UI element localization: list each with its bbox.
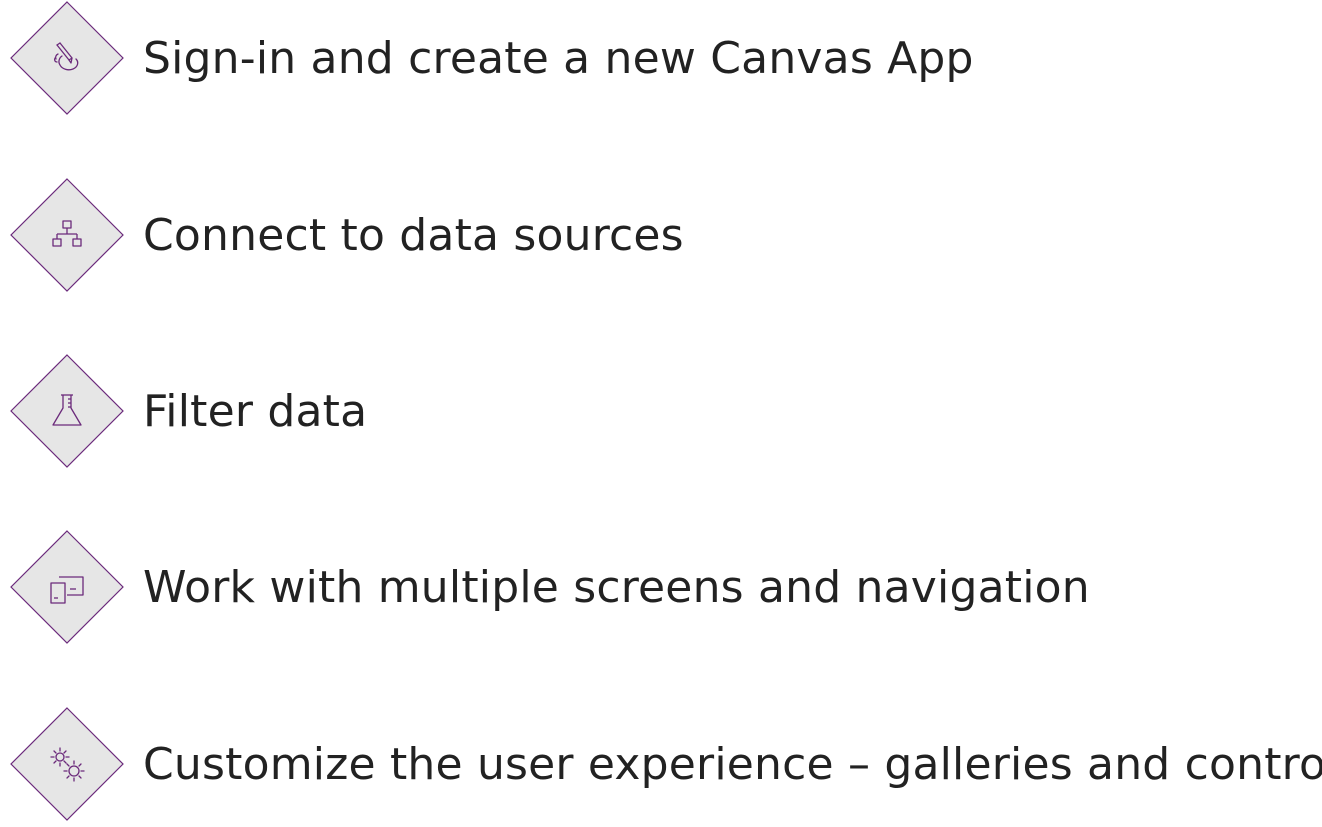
diamond-badge	[10, 530, 124, 644]
agenda-item-label: Sign-in and create a new Canvas App	[143, 33, 974, 84]
diamond-badge	[10, 707, 124, 821]
agenda-item: Customize the user experience – gallerie…	[0, 707, 1322, 827]
agenda-item: Sign-in and create a new Canvas App	[0, 1, 1322, 121]
gears-icon	[50, 747, 85, 782]
devices-icon	[50, 576, 84, 604]
agenda-item-label: Filter data	[143, 386, 368, 437]
agenda-item-label: Connect to data sources	[143, 210, 684, 261]
diamond-badge	[10, 1, 124, 115]
hierarchy-icon	[52, 220, 82, 247]
agenda-list: Sign-in and create a new Canvas App Conn…	[0, 0, 1322, 821]
agenda-item: Connect to data sources	[0, 178, 1322, 298]
diamond-badge	[10, 354, 124, 468]
agenda-item-label: Work with multiple screens and navigatio…	[143, 562, 1090, 613]
agenda-item-label: Customize the user experience – gallerie…	[143, 739, 1322, 790]
diamond-badge	[10, 178, 124, 292]
agenda-item: Work with multiple screens and navigatio…	[0, 530, 1322, 650]
pen-hand-icon	[53, 42, 79, 71]
agenda-item: Filter data	[0, 354, 1322, 474]
flask-icon	[52, 394, 82, 426]
